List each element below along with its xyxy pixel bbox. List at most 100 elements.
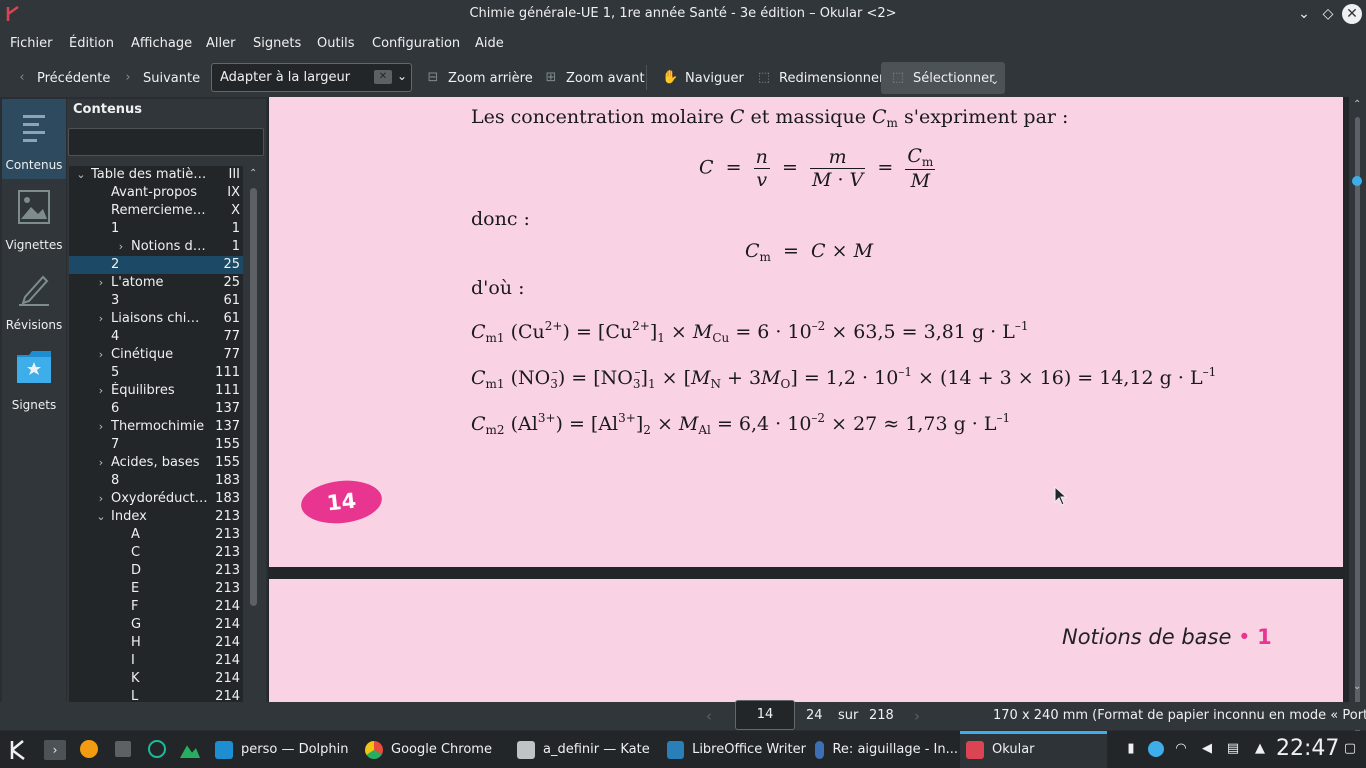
previous-button[interactable]: ‹ Précédente <box>14 65 110 91</box>
toc-item[interactable]: G 214 <box>69 616 243 634</box>
chevron-up-icon[interactable]: ⌃ <box>1353 99 1361 110</box>
menu-bar: Fichier Édition Affichage Aller Signets … <box>0 29 1366 59</box>
toc-item[interactable]: 5 111 <box>69 364 243 382</box>
toc-item[interactable]: › Cinétique 77 <box>69 346 243 364</box>
sidebar-item-revisions[interactable]: Révisions <box>2 259 66 339</box>
sidebar-item-signets[interactable]: Signets <box>2 339 66 419</box>
toc-item[interactable]: › Liaisons chimiq... 61 <box>69 310 243 328</box>
expand-arrow-icon[interactable]: › <box>95 274 107 292</box>
collapse-arrow-icon[interactable]: ⌄ <box>75 166 87 184</box>
toc-scroll-thumb[interactable] <box>250 188 257 606</box>
sidebar-item-contenus[interactable]: Contenus <box>2 99 66 179</box>
previous-page-icon[interactable]: ‹ <box>706 707 712 725</box>
minimize-icon[interactable]: ⌄ <box>1294 4 1314 24</box>
toc-item[interactable]: › Acides, bases 155 <box>69 454 243 472</box>
zoom-mode-combobox[interactable]: Adapter à la largeur ✕ ⌄ <box>211 63 412 92</box>
wifi-icon[interactable]: ◠ <box>1173 741 1189 757</box>
toc-item[interactable]: H 214 <box>69 634 243 652</box>
menu-edition[interactable]: Édition <box>69 36 114 51</box>
toc-item[interactable]: › L'atome 25 <box>69 274 243 292</box>
resize-button[interactable]: ⬚ Redimensionner <box>756 65 885 91</box>
toc-item[interactable]: Avant-propos IX <box>69 184 243 202</box>
kde-launcher-icon[interactable] <box>7 738 31 762</box>
chevron-down-icon[interactable]: ⌄ <box>397 69 407 83</box>
toc-item[interactable]: ⌄ Table des matières III <box>69 166 243 184</box>
next-button[interactable]: › Suivante <box>120 65 200 91</box>
toc-item[interactable]: › Notions de b... 1 <box>69 238 243 256</box>
volume-icon[interactable]: ◀ <box>1199 741 1215 757</box>
menu-outils[interactable]: Outils <box>317 36 355 51</box>
toc-search-input[interactable] <box>68 128 264 156</box>
expand-arrow-icon[interactable]: › <box>95 382 107 400</box>
clear-icon[interactable]: ✕ <box>374 70 392 84</box>
tray-expand-icon[interactable]: ▲ <box>1252 741 1268 757</box>
browse-button[interactable]: ✋ Naviguer <box>662 65 744 91</box>
toc-item[interactable]: E 213 <box>69 580 243 598</box>
menu-signets[interactable]: Signets <box>253 36 301 51</box>
menu-fichier[interactable]: Fichier <box>10 36 53 51</box>
chevron-down-icon[interactable]: ⌄ <box>990 74 999 87</box>
expand-arrow-icon[interactable]: › <box>95 490 107 508</box>
task-dolphin[interactable]: perso — Dolphin <box>207 731 355 768</box>
task-okular[interactable]: Okular <box>960 731 1107 768</box>
close-icon[interactable]: ✕ <box>1342 4 1362 24</box>
zoom-in-button[interactable]: ⊞ Zoom avant <box>543 65 645 91</box>
document-view[interactable]: Les concentration molaire C et massique … <box>268 97 1349 702</box>
expand-arrow-icon[interactable]: › <box>95 310 107 328</box>
toc-item[interactable]: › Oxydoréducti... 183 <box>69 490 243 508</box>
toc-item[interactable]: C 213 <box>69 544 243 562</box>
menu-affichage[interactable]: Affichage <box>131 36 192 51</box>
firefox-icon[interactable] <box>80 740 98 758</box>
toc-item[interactable]: A 213 <box>69 526 243 544</box>
toc-item[interactable]: I 214 <box>69 652 243 670</box>
toc-item[interactable]: ⌄ Index 213 <box>69 508 243 526</box>
toc-scrollbar[interactable]: ⌃ ⌄ <box>247 168 260 728</box>
task-thunderbird[interactable]: Re: aiguillage - In... <box>810 731 958 768</box>
expand-arrow-icon[interactable]: › <box>95 454 107 472</box>
toc-item[interactable]: 11 <box>69 220 243 238</box>
clock[interactable]: 22:47 <box>1276 736 1339 761</box>
dou-text: d'où : <box>471 277 525 299</box>
toc-item[interactable]: 7 155 <box>69 436 243 454</box>
expand-arrow-icon[interactable]: › <box>95 418 107 436</box>
menu-aller[interactable]: Aller <box>206 36 235 51</box>
page-number-input[interactable]: 14 <box>735 700 795 730</box>
clipboard-icon[interactable]: ▤ <box>1225 741 1241 757</box>
toc-item[interactable]: Remerciements X <box>69 202 243 220</box>
image-viewer-icon[interactable] <box>180 745 200 758</box>
toc-item[interactable]: F 214 <box>69 598 243 616</box>
update-icon[interactable] <box>1148 741 1164 757</box>
next-page-icon[interactable]: › <box>914 707 920 725</box>
toc-item[interactable]: 6 137 <box>69 400 243 418</box>
zoom-out-button[interactable]: ⊟ Zoom arrière <box>425 65 533 91</box>
expand-arrow-icon[interactable]: › <box>115 238 127 256</box>
document-scrollbar[interactable]: ⌃ ⌄ <box>1349 97 1366 747</box>
document-scroll-thumb[interactable] <box>1355 117 1360 747</box>
chevron-up-icon[interactable]: ⌃ <box>249 168 257 179</box>
toc-item[interactable]: › Thermochimie 137 <box>69 418 243 436</box>
toc-item[interactable]: 8 183 <box>69 472 243 490</box>
toc-item[interactable]: 2 25 <box>69 256 243 274</box>
sidebar-item-vignettes[interactable]: Vignettes <box>2 179 66 259</box>
task-writer[interactable]: LibreOffice Writer <box>663 731 806 768</box>
task-kate[interactable]: a_definir — Kate <box>511 731 659 768</box>
toc-item[interactable]: D 213 <box>69 562 243 580</box>
toc-item[interactable]: K 214 <box>69 670 243 688</box>
maximize-icon[interactable]: ◇ <box>1318 4 1338 24</box>
toc-item[interactable]: › Équilibres 111 <box>69 382 243 400</box>
usb-icon[interactable]: ▮ <box>1123 741 1139 757</box>
show-desktop-icon[interactable]: › <box>44 740 66 760</box>
system-monitor-icon[interactable] <box>148 740 166 758</box>
show-desktop-icon[interactable]: ▢ <box>1342 741 1358 757</box>
calculator-icon[interactable] <box>115 741 131 757</box>
toc-item[interactable]: 3 61 <box>69 292 243 310</box>
select-button[interactable]: ⬚ Sélectionner ⌄ <box>881 62 1005 94</box>
chevron-down-icon[interactable]: ⌄ <box>1353 681 1361 692</box>
task-chrome[interactable]: Google Chrome <box>359 731 507 768</box>
collapse-arrow-icon[interactable]: ⌄ <box>95 508 107 526</box>
toc-item-page: 214 <box>215 599 240 614</box>
menu-configuration[interactable]: Configuration <box>372 36 460 51</box>
menu-aide[interactable]: Aide <box>475 36 504 51</box>
toc-item[interactable]: 4 77 <box>69 328 243 346</box>
expand-arrow-icon[interactable]: › <box>95 346 107 364</box>
